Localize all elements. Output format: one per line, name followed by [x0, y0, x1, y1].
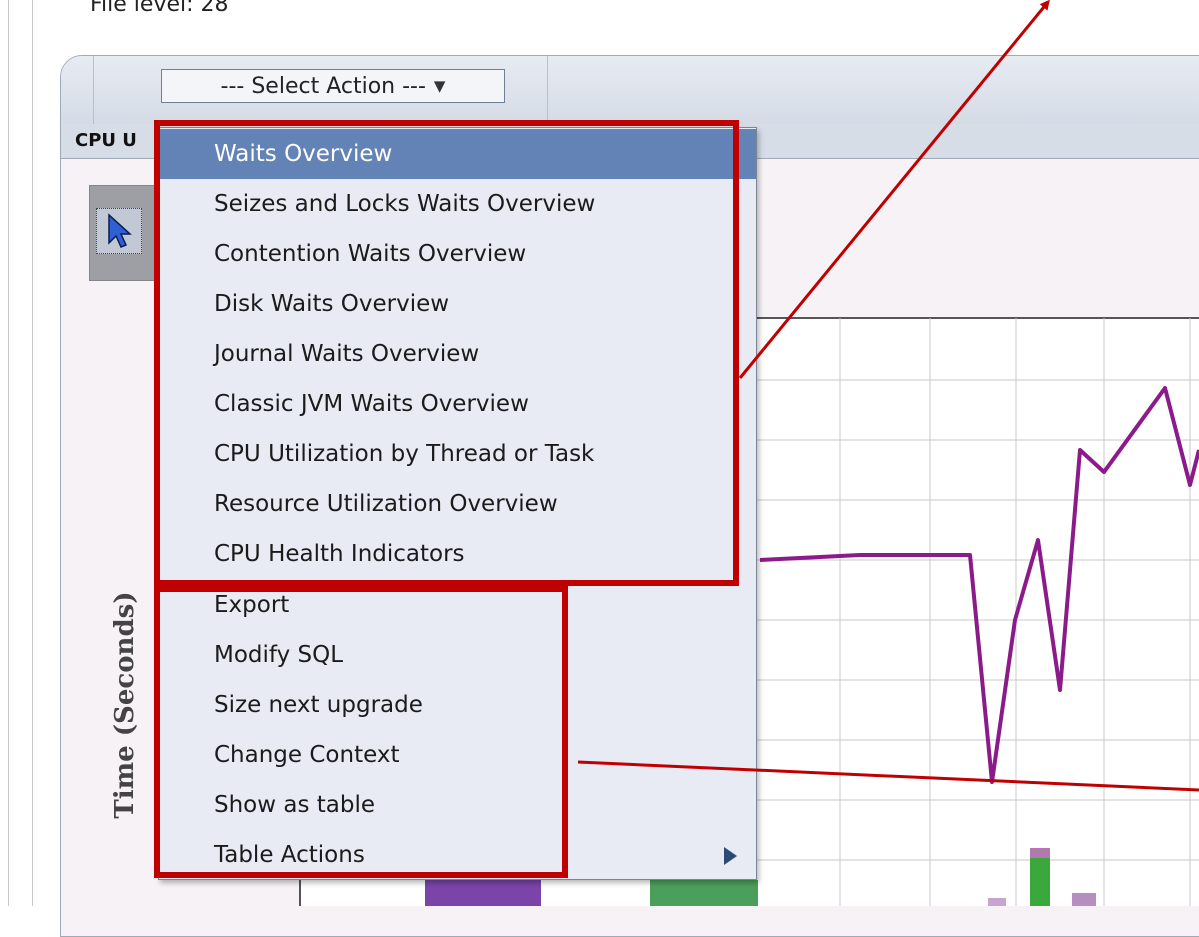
- bar-segment: [1030, 848, 1050, 858]
- callout-box-actions: [154, 586, 568, 878]
- bar-segment: [1072, 893, 1096, 906]
- y-axis-label: Time (Seconds): [110, 591, 140, 819]
- triangle-right-icon: [724, 847, 737, 865]
- callout-box-perspectives: [154, 120, 739, 586]
- bar-segment: [425, 880, 541, 906]
- bar-segment: [650, 880, 758, 906]
- bar-segment: [988, 898, 1006, 906]
